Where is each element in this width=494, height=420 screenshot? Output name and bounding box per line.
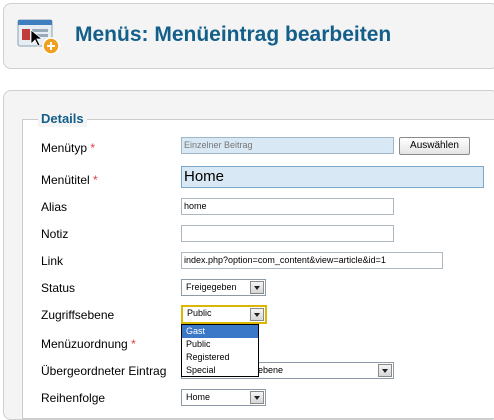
parent-label: Übergeordneter Eintrag — [41, 364, 167, 378]
link-label: Link — [41, 254, 64, 268]
menutype-label: Menütyp * — [41, 141, 96, 155]
order-label: Reihenfolge — [41, 391, 106, 405]
order-select[interactable]: Home — [181, 389, 266, 406]
chevron-down-icon[interactable] — [378, 364, 392, 377]
menuassign-label: Menüzuordnung * — [41, 337, 136, 351]
page-title: Menüs: Menüeintrag bearbeiten — [75, 23, 392, 46]
status-value: Freigegeben — [186, 282, 237, 292]
order-value: Home — [186, 392, 211, 402]
menutype-field[interactable]: Einzelner Beitrag — [181, 137, 394, 154]
chevron-down-icon[interactable] — [250, 281, 264, 294]
notiz-label: Notiz — [41, 227, 69, 241]
access-value: Public — [187, 308, 212, 318]
access-option-gast[interactable]: Gast — [182, 325, 258, 338]
page-header: Menüs: Menüeintrag bearbeiten — [3, 3, 494, 69]
menutitle-input[interactable]: Home — [181, 166, 484, 188]
menutitle-label: Menütitel * — [41, 173, 98, 187]
menu-manager-icon — [17, 19, 60, 55]
status-label: Status — [41, 281, 76, 295]
link-input[interactable]: index.php?option=com_content&view=articl… — [181, 252, 443, 269]
details-legend: Details — [38, 111, 87, 127]
notiz-input[interactable] — [181, 225, 394, 242]
access-dropdown-list: Gast Public Registered Special — [181, 324, 259, 377]
alias-label: Alias — [41, 200, 68, 214]
select-menutype-button[interactable]: Auswählen — [399, 137, 470, 155]
chevron-down-icon[interactable] — [250, 308, 264, 321]
access-option-public[interactable]: Public — [182, 338, 258, 351]
access-option-special[interactable]: Special — [182, 364, 258, 377]
access-select[interactable]: Public — [181, 305, 267, 324]
alias-input[interactable]: home — [181, 198, 394, 215]
status-select[interactable]: Freigegeben — [181, 279, 266, 296]
access-option-registered[interactable]: Registered — [182, 351, 258, 364]
chevron-down-icon[interactable] — [250, 391, 264, 404]
access-label: Zugriffsebene — [41, 308, 115, 322]
